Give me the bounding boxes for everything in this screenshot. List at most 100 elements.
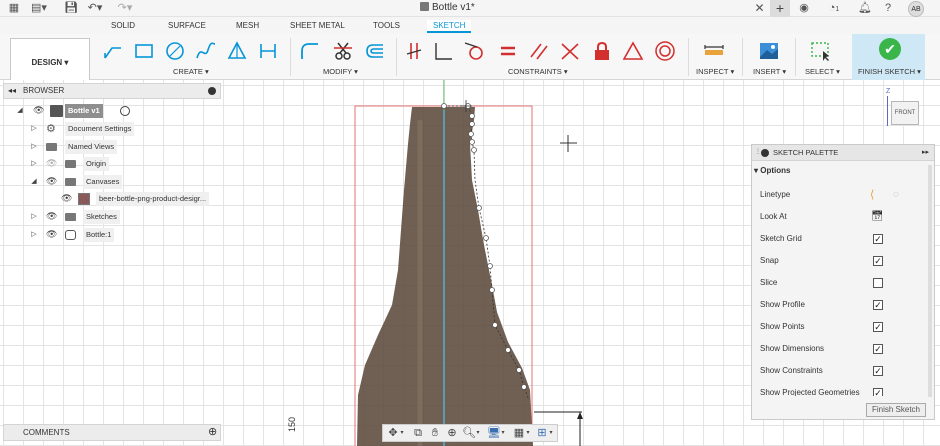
undo-icon[interactable]: ↶▾ bbox=[86, 3, 104, 14]
tangent-constraint-icon[interactable] bbox=[463, 40, 485, 62]
dimension-value[interactable]: 150 bbox=[287, 417, 297, 432]
concentric-constraint-icon[interactable] bbox=[654, 40, 676, 62]
equal-constraint-icon[interactable] bbox=[497, 40, 519, 62]
tab-surface[interactable]: SURFACE bbox=[168, 21, 206, 30]
notifications-icon[interactable]: 🔔︎ bbox=[858, 3, 872, 14]
perpendicular-constraint-icon[interactable] bbox=[559, 40, 581, 62]
tree-root-row[interactable]: ◢ 👁︎ Bottle v1 bbox=[3, 104, 163, 118]
create-menu[interactable]: CREATE ▾ bbox=[173, 67, 209, 76]
pan-hand-icon[interactable]: ✋︎ bbox=[428, 427, 442, 440]
browser-panel-header[interactable]: ◂◂ BROWSER bbox=[3, 83, 221, 99]
show-dimensions-checkbox[interactable]: ✓ bbox=[873, 344, 883, 354]
grid-menu-icon[interactable]: ▦ bbox=[8, 3, 20, 14]
look-at-icon[interactable]: ⧉ bbox=[411, 427, 425, 440]
new-tab-icon[interactable]: + bbox=[770, 0, 790, 17]
eye-visibility-icon[interactable]: 👁︎ bbox=[46, 228, 57, 242]
collapse-triangle-icon[interactable]: ◢ bbox=[16, 104, 24, 118]
redo-icon[interactable]: ↷▾ bbox=[116, 3, 134, 14]
tab-sheet-metal[interactable]: SHEET METAL bbox=[290, 21, 345, 30]
view-cube[interactable]: Z FRONT bbox=[883, 88, 923, 132]
options-section-header[interactable]: ▾ Options bbox=[754, 166, 790, 175]
trim-scissors-icon[interactable] bbox=[332, 40, 354, 62]
expand-triangle-icon[interactable]: ▷ bbox=[30, 140, 38, 154]
collapse-panel-icon[interactable]: ◂◂ bbox=[8, 84, 16, 98]
spline-icon[interactable] bbox=[195, 40, 217, 62]
zoom-icon[interactable]: ⊕ bbox=[445, 427, 459, 440]
tree-item-document-settings[interactable]: ▷ ⚙ Document Settings bbox=[3, 122, 163, 136]
file-menu-icon[interactable]: ▤▾ bbox=[31, 3, 47, 14]
midpoint-triangle-icon[interactable] bbox=[622, 40, 644, 62]
sketch-palette-header[interactable]: ⋮ SKETCH PALETTE ▸▸ bbox=[752, 145, 934, 161]
select-menu[interactable]: SELECT ▾ bbox=[805, 67, 840, 76]
select-window-icon[interactable] bbox=[810, 40, 832, 62]
fillet-icon[interactable] bbox=[299, 40, 321, 62]
tree-item-named-views[interactable]: ▷ Named Views bbox=[3, 140, 163, 154]
comments-panel[interactable]: COMMENTS ⊕ bbox=[3, 424, 221, 441]
extensions-icon[interactable]: ◉ bbox=[798, 3, 810, 14]
display-dropdown-icon[interactable]: ▾ bbox=[499, 427, 507, 440]
viewports-dropdown-icon[interactable]: ▾ bbox=[547, 427, 555, 440]
eye-visibility-icon[interactable]: 👁︎ bbox=[33, 104, 44, 118]
finish-sketch-button[interactable]: ✔ FINISH SKETCH ▾ bbox=[852, 34, 925, 80]
expand-triangle-icon[interactable]: ▷ bbox=[30, 228, 38, 242]
tab-sketch[interactable]: SKETCH bbox=[427, 20, 472, 33]
save-icon[interactable]: 💾︎ bbox=[64, 3, 78, 14]
inspect-menu[interactable]: INSPECT ▾ bbox=[696, 67, 734, 76]
eye-hidden-icon[interactable]: 👁︎ bbox=[46, 157, 57, 171]
show-constraints-checkbox[interactable]: ✓ bbox=[873, 366, 883, 376]
circle-icon[interactable] bbox=[164, 40, 186, 62]
expand-triangle-icon[interactable]: ▷ bbox=[30, 210, 38, 224]
view-cube-front-face[interactable]: FRONT bbox=[891, 101, 919, 125]
collapse-triangle-icon[interactable]: ◢ bbox=[30, 175, 38, 189]
show-profile-checkbox[interactable]: ✓ bbox=[873, 300, 883, 310]
palette-options-icon[interactable] bbox=[761, 149, 769, 157]
insert-menu[interactable]: INSERT ▾ bbox=[753, 67, 786, 76]
constraints-menu[interactable]: CONSTRAINTS ▾ bbox=[508, 67, 568, 76]
eye-visibility-icon[interactable]: 👁︎ bbox=[46, 175, 57, 189]
close-tab-icon[interactable]: ✕ bbox=[751, 1, 768, 16]
tree-item-canvases[interactable]: ◢ 👁︎ Canvases bbox=[3, 175, 163, 189]
user-avatar[interactable]: AB bbox=[908, 1, 924, 17]
tree-item-canvas-image[interactable]: 👁︎ beer-bottle-png-product-desigr... bbox=[3, 192, 223, 206]
expand-palette-icon[interactable]: ▸▸ bbox=[922, 145, 929, 160]
parallel-constraint-icon[interactable] bbox=[528, 40, 550, 62]
rectangle-icon[interactable] bbox=[133, 40, 155, 62]
modify-menu[interactable]: MODIFY ▾ bbox=[323, 67, 358, 76]
palette-scrollbar[interactable] bbox=[928, 165, 932, 397]
add-comment-icon[interactable]: ⊕ bbox=[208, 425, 217, 439]
sketch-grid-checkbox[interactable]: ✓ bbox=[873, 234, 883, 244]
tab-solid[interactable]: SOLID bbox=[111, 21, 135, 30]
finish-sketch-palette-button[interactable]: Finish Sketch bbox=[866, 403, 926, 417]
coincident-constraint-icon[interactable] bbox=[432, 40, 454, 62]
show-points-checkbox[interactable]: ✓ bbox=[873, 322, 883, 332]
line-icon[interactable] bbox=[102, 40, 124, 62]
orbit-dropdown-icon[interactable]: ▾ bbox=[398, 427, 406, 440]
finish-sketch-menu[interactable]: FINISH SKETCH ▾ bbox=[858, 67, 921, 76]
offset-icon[interactable] bbox=[363, 40, 385, 62]
expand-triangle-icon[interactable]: ▷ bbox=[30, 157, 38, 171]
section-collapse-icon[interactable]: ▾ bbox=[754, 166, 758, 175]
tab-mesh[interactable]: MESH bbox=[236, 21, 259, 30]
job-status-icon[interactable]: ◔1 bbox=[822, 3, 846, 14]
help-icon[interactable]: ? bbox=[882, 3, 894, 14]
insert-image-icon[interactable] bbox=[758, 40, 780, 62]
eye-visibility-icon[interactable]: 👁︎ bbox=[61, 192, 72, 206]
slice-checkbox[interactable] bbox=[873, 278, 883, 288]
measure-icon[interactable] bbox=[703, 40, 725, 62]
tree-item-body[interactable]: ▷ 👁︎ Bottle:1 bbox=[3, 228, 163, 242]
centerline-linetype-icon[interactable]: ◌ bbox=[893, 184, 899, 206]
grid-dropdown-icon[interactable]: ▾ bbox=[524, 427, 532, 440]
zoom-dropdown-icon[interactable]: ▾ bbox=[474, 427, 482, 440]
polygon-icon[interactable] bbox=[226, 40, 248, 62]
root-component-label[interactable]: Bottle v1 bbox=[65, 104, 103, 118]
horizontal-vertical-constraint-icon[interactable] bbox=[403, 40, 425, 62]
expand-triangle-icon[interactable]: ▷ bbox=[30, 122, 38, 136]
eye-visibility-icon[interactable]: 👁︎ bbox=[46, 210, 57, 224]
tree-item-sketches[interactable]: ▷ 👁︎ Sketches bbox=[3, 210, 163, 224]
dimension-icon[interactable] bbox=[257, 40, 279, 62]
browser-options-icon[interactable] bbox=[208, 87, 216, 95]
snap-checkbox[interactable]: ✓ bbox=[873, 256, 883, 266]
fix-lock-icon[interactable] bbox=[591, 40, 613, 62]
show-projected-geometries-checkbox[interactable]: ✓ bbox=[873, 388, 883, 396]
look-at-icon[interactable]: 📅︎ bbox=[871, 206, 884, 228]
